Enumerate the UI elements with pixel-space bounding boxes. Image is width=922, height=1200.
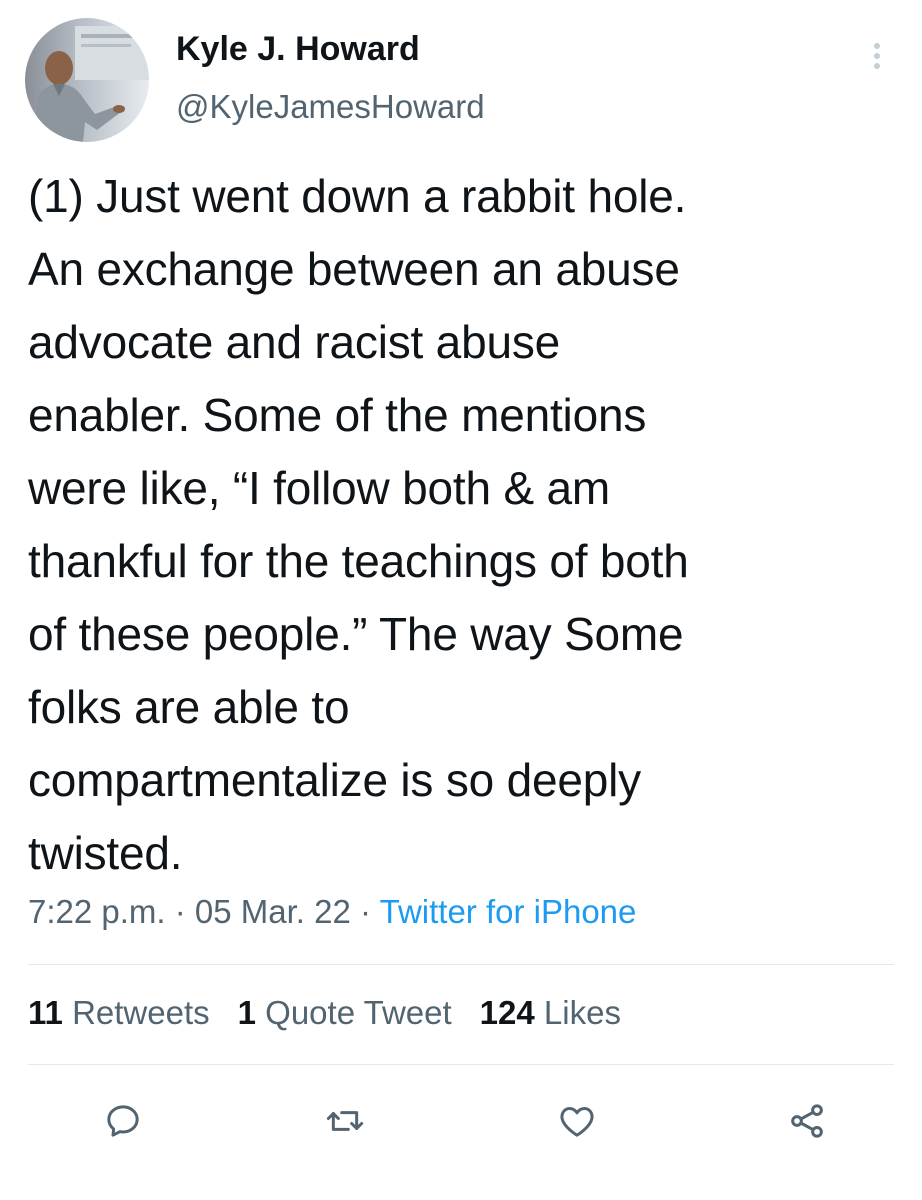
avatar[interactable] (25, 18, 149, 142)
meta-separator: · (174, 893, 186, 930)
tweet-meta: 7:22 p.m. · 05 Mar. 22 · Twitter for iPh… (28, 893, 636, 931)
retweets-count: 11 (28, 994, 63, 1031)
heart-icon (560, 1107, 594, 1137)
divider (28, 1064, 894, 1065)
retweets-label: Retweets (72, 994, 210, 1031)
tweet-stats: 11 Retweets 1 Quote Tweet 124 Likes (28, 994, 621, 1032)
author-name[interactable]: Kyle J. Howard (176, 30, 420, 69)
tweet-text: (1) Just went down a rabbit hole. An exc… (28, 170, 689, 879)
quotes-count: 1 (237, 994, 256, 1031)
more-icon-dot (874, 53, 880, 59)
likes-label: Likes (543, 994, 621, 1031)
quotes-label: Quote Tweet (265, 994, 452, 1031)
reply-button[interactable] (98, 1096, 148, 1146)
share-icon (791, 1104, 823, 1138)
tweet-detail: Kyle J. Howard @KyleJamesHoward (1) Just… (0, 0, 922, 1200)
tweet-time[interactable]: 7:22 p.m. (28, 893, 166, 930)
retweet-button[interactable] (320, 1096, 370, 1146)
share-button[interactable] (782, 1096, 832, 1146)
author-handle[interactable]: @KyleJamesHoward (176, 88, 485, 126)
retweet-icon (326, 1111, 364, 1131)
avatar-photo (25, 18, 149, 142)
tweet-date[interactable]: 05 Mar. 22 (195, 893, 351, 930)
like-button[interactable] (552, 1096, 602, 1146)
more-icon (874, 43, 880, 49)
retweets-stat[interactable]: 11 Retweets (28, 994, 210, 1032)
tweet-source-link[interactable]: Twitter for iPhone (380, 893, 637, 930)
meta-separator: · (360, 893, 372, 930)
more-icon-dot (874, 63, 880, 69)
reply-icon (107, 1105, 139, 1137)
more-options-button[interactable] (862, 36, 892, 76)
action-bar (0, 1090, 922, 1160)
likes-stat[interactable]: 124 Likes (480, 994, 621, 1032)
divider (28, 964, 894, 965)
likes-count: 124 (479, 994, 535, 1031)
quotes-stat[interactable]: 1 Quote Tweet (238, 994, 452, 1032)
